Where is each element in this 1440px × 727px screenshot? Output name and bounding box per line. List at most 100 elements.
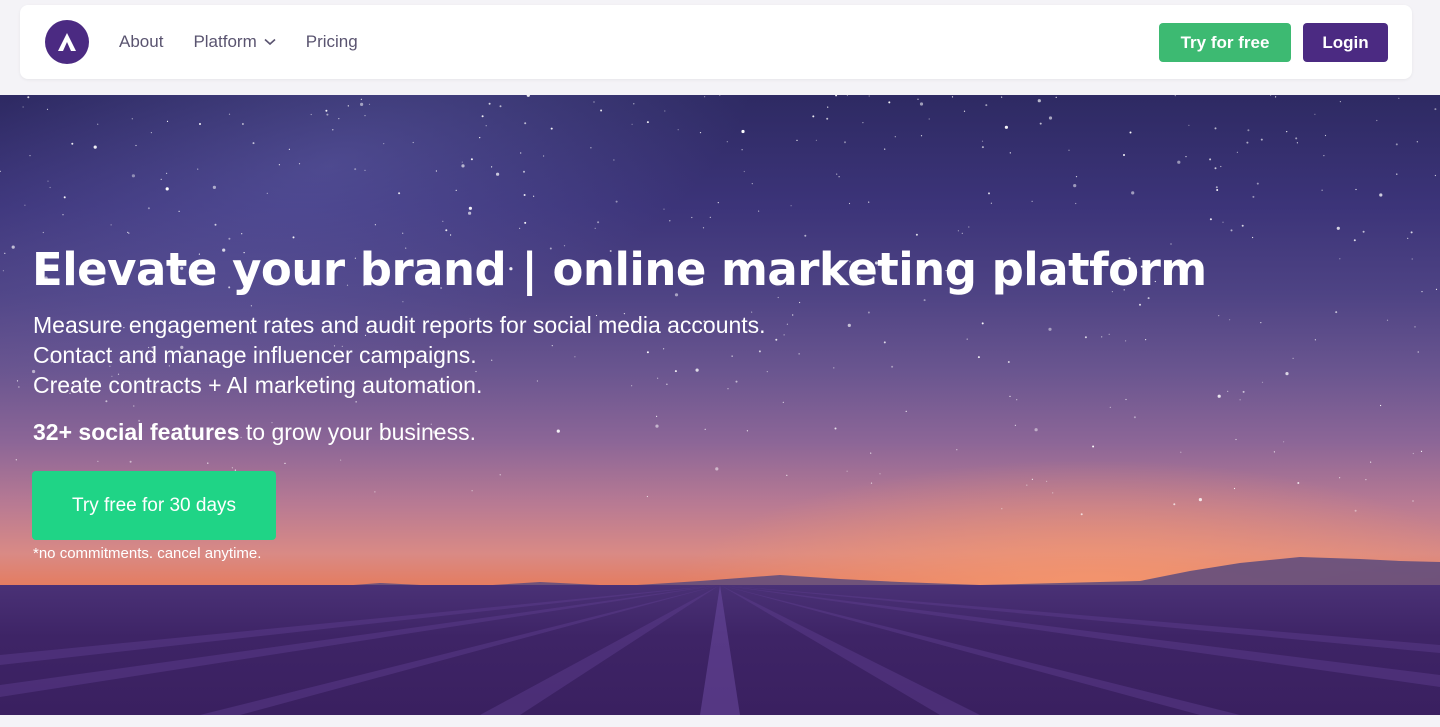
star xyxy=(988,192,990,195)
star xyxy=(1412,500,1414,502)
star xyxy=(1412,452,1414,455)
star xyxy=(844,141,846,144)
login-button[interactable]: Login xyxy=(1303,23,1388,62)
star xyxy=(981,146,984,149)
star xyxy=(677,129,679,131)
star xyxy=(1395,143,1398,146)
brand-logo[interactable] xyxy=(45,20,89,64)
star xyxy=(355,401,357,403)
star xyxy=(166,172,168,174)
hero-line: Create contracts + AI marketing automati… xyxy=(33,372,483,398)
try-for-free-button[interactable]: Try for free xyxy=(1159,23,1291,62)
star xyxy=(1101,336,1103,338)
star xyxy=(150,132,152,134)
lavender-rows xyxy=(0,585,1440,715)
star xyxy=(633,103,635,105)
star xyxy=(160,178,162,180)
star xyxy=(1173,503,1176,506)
star xyxy=(110,224,112,226)
star xyxy=(593,101,595,103)
star xyxy=(1379,193,1383,197)
star xyxy=(1080,513,1083,516)
star xyxy=(1411,258,1413,260)
star xyxy=(1297,482,1300,484)
star xyxy=(1353,239,1356,242)
star xyxy=(846,470,848,472)
star xyxy=(1227,390,1229,392)
star xyxy=(1230,229,1233,232)
star xyxy=(766,371,768,373)
star xyxy=(442,220,444,222)
star xyxy=(24,204,26,206)
star xyxy=(402,232,404,234)
star xyxy=(1273,451,1275,453)
nav-platform[interactable]: Platform xyxy=(193,32,276,52)
star xyxy=(1007,361,1010,363)
star xyxy=(1420,450,1423,452)
star xyxy=(1039,122,1042,125)
star xyxy=(743,170,745,173)
hero-description: Measure engagement rates and audit repor… xyxy=(33,310,766,400)
star xyxy=(905,410,907,412)
star xyxy=(1131,191,1135,195)
star xyxy=(719,95,721,96)
star xyxy=(1220,165,1222,168)
star xyxy=(29,155,31,157)
star xyxy=(1026,484,1028,486)
star xyxy=(499,474,501,476)
star xyxy=(1421,291,1423,293)
star xyxy=(1339,258,1341,260)
star xyxy=(663,208,665,210)
star xyxy=(250,305,252,307)
star xyxy=(1414,326,1416,328)
star xyxy=(47,180,49,182)
star xyxy=(834,427,837,430)
star xyxy=(471,490,473,492)
star xyxy=(1009,395,1011,397)
star xyxy=(717,202,719,204)
star xyxy=(1285,372,1289,376)
star xyxy=(966,338,968,340)
star xyxy=(1233,487,1236,490)
star xyxy=(1075,176,1078,178)
star xyxy=(847,323,851,327)
star xyxy=(1214,127,1217,130)
star xyxy=(1417,351,1419,353)
star xyxy=(923,299,926,302)
star xyxy=(879,473,881,475)
star xyxy=(16,380,19,382)
star xyxy=(702,227,705,229)
star xyxy=(178,210,180,212)
star xyxy=(383,143,385,145)
star xyxy=(1009,152,1011,154)
star xyxy=(1396,173,1398,175)
star xyxy=(214,223,217,226)
star xyxy=(884,148,886,150)
star xyxy=(1073,184,1077,188)
star xyxy=(543,155,545,157)
star xyxy=(133,405,135,407)
try-free-30-days-button[interactable]: Try free for 30 days xyxy=(32,471,276,540)
nav-pricing[interactable]: Pricing xyxy=(306,32,358,52)
star xyxy=(1180,451,1182,453)
star xyxy=(915,233,918,236)
star xyxy=(1355,188,1357,191)
star xyxy=(1055,96,1057,98)
star xyxy=(212,185,216,189)
star xyxy=(1380,404,1382,407)
star xyxy=(1004,125,1009,129)
star xyxy=(435,170,437,172)
star xyxy=(1139,303,1141,306)
star xyxy=(1034,428,1038,432)
star xyxy=(951,96,954,98)
star xyxy=(499,105,502,108)
star xyxy=(128,232,130,234)
hero-feature-line: 32+ social features to grow your busines… xyxy=(33,419,476,446)
star xyxy=(364,169,366,171)
nav-about[interactable]: About xyxy=(119,32,163,52)
star xyxy=(957,230,960,232)
star xyxy=(1014,424,1017,426)
star xyxy=(1236,151,1238,153)
star xyxy=(815,139,818,141)
star xyxy=(1283,441,1285,443)
